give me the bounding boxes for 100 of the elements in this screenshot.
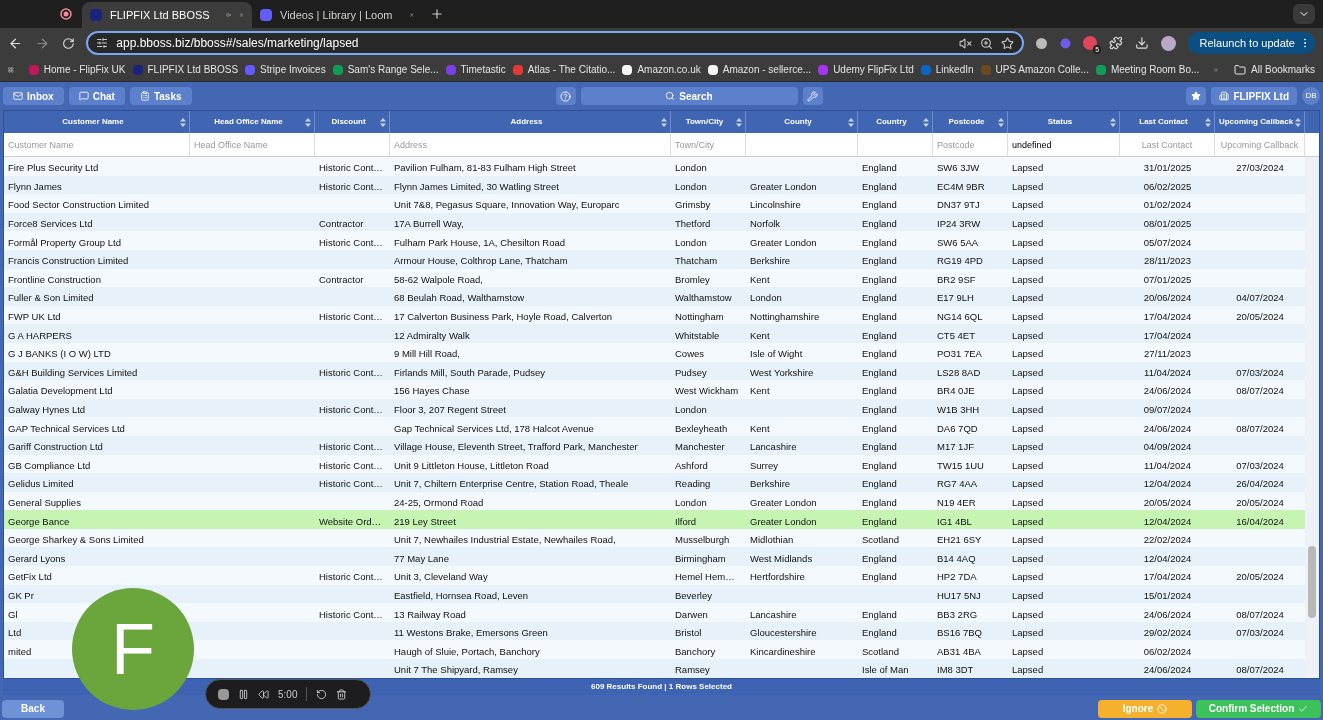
column-header[interactable]: Postcode bbox=[935, 116, 998, 128]
table-cell: Unit 9 Littleton House, Littleton Road bbox=[394, 459, 549, 471]
column-header[interactable]: Country bbox=[860, 116, 923, 128]
table-cell: 9 Mill Hill Road, bbox=[394, 348, 460, 360]
table-row[interactable]: GAP Technical Services Ltd Gap Technical Services Ltd, 178 Halcot Avenue Bexleyheath Kent England DA6 7QD Lapsed 24/06/2024 08/07/2024 bbox=[4, 417, 1305, 436]
table-cell: Kent bbox=[750, 329, 770, 341]
profile-icon[interactable] bbox=[1160, 35, 1176, 51]
pause-icon[interactable] bbox=[238, 688, 249, 700]
table-row[interactable]: Fire Plus Security Ltd Historic Cont… Pavilion Fulham, 81-83 Fulham High Street London England SW6 3JW Lapsed 31/01/2025 27/03/2024 bbox=[4, 157, 1305, 176]
table-cell: BB3 2RG bbox=[937, 608, 978, 620]
browser-tab[interactable]: Videos | Library | Loom bbox=[252, 2, 422, 28]
toolbar-button[interactable]: Chat bbox=[68, 87, 125, 105]
table-row[interactable]: Gl Historic Cont… 13 Railway Road Darwen Lancashire England BB3 2RG Lapsed 24/06/2024 08/07/2024 bbox=[4, 603, 1305, 622]
zoom-icon[interactable] bbox=[979, 36, 993, 50]
column-header[interactable]: Status bbox=[1010, 116, 1110, 128]
favourite-button[interactable] bbox=[1186, 87, 1207, 105]
record-icon[interactable] bbox=[60, 8, 72, 20]
column-header[interactable]: Last Contact bbox=[1122, 116, 1205, 128]
table-cell: General Supplies bbox=[8, 497, 81, 508]
column-header[interactable]: Address bbox=[392, 116, 661, 128]
bookmark[interactable]: FLIPFIX Ltd BBOSS bbox=[132, 62, 239, 77]
table-row[interactable]: GetFix Ltd Historic Cont… Unit 3, Cleveland Way Hemel Hem… Hertfordshire England HP2 7DA Lapsed 17/04/2024 20/05/2024 bbox=[4, 566, 1305, 585]
relaunch-button[interactable]: Relaunch to update bbox=[1187, 32, 1315, 54]
bookmark[interactable]: Amazon.co.uk bbox=[622, 62, 701, 77]
search-button[interactable]: Search bbox=[580, 87, 798, 105]
table-row[interactable]: G A HARPERS 12 Admiralty Walk Whitstable Kent England CT5 4ET Lapsed 17/04/2024 bbox=[4, 324, 1305, 343]
table-cell: Berkshire bbox=[750, 478, 791, 490]
address-field[interactable]: app.bboss.biz/bboss#/sales/marketing/lapsed bbox=[86, 31, 1024, 55]
table-cell: England bbox=[862, 385, 897, 397]
rewind-icon[interactable] bbox=[258, 688, 269, 700]
table-cell: B14 4AQ bbox=[937, 552, 976, 564]
toolbar-button[interactable]: Inbox bbox=[3, 87, 64, 105]
table-cell: Hertfordshire bbox=[750, 571, 805, 583]
table-cell: Kincardineshire bbox=[750, 645, 816, 657]
table-cell: George Sharkey & Sons Limited bbox=[8, 534, 144, 546]
bookmark[interactable]: Udemy FlipFix Ltd bbox=[818, 62, 914, 77]
table-cell: 08/01/2025 bbox=[1143, 218, 1192, 230]
bookmark[interactable]: Home - FlipFix UK bbox=[28, 62, 126, 77]
table-cell: Lapsed bbox=[1012, 664, 1044, 676]
table-row[interactable]: Fuller & Son Limited 68 Beulah Road, Walthamstow Walthamstow London England E17 9LH Lapsed 20/06/2024 04/07/2024 bbox=[4, 287, 1305, 306]
table-cell: London bbox=[675, 162, 707, 174]
table-cell: 24/06/2024 bbox=[1143, 422, 1192, 434]
bookmark[interactable]: UPS Amazon Colle... bbox=[980, 62, 1089, 77]
restart-icon[interactable] bbox=[316, 688, 328, 700]
table-row[interactable]: Formål Property Group Ltd Historic Cont… Fulham Park House, 1A, Chesilton Road London Greater London England SW6 5AA Lapsed 05/07/2024 bbox=[4, 231, 1305, 250]
table-cell: Historic Cont… bbox=[319, 478, 383, 490]
bookmark[interactable]: All Bookmarks bbox=[1234, 62, 1315, 77]
table-cell: Website Ord… bbox=[319, 515, 382, 527]
delete-icon[interactable] bbox=[336, 688, 348, 700]
column-header[interactable]: Town/City bbox=[673, 116, 736, 128]
tools-button[interactable] bbox=[802, 87, 823, 105]
bookmark[interactable]: Stripe Invoices bbox=[245, 62, 326, 77]
table-cell: G A HARPERS bbox=[8, 329, 72, 341]
favicon-icon bbox=[90, 9, 102, 21]
company-button[interactable]: FLIPFIX Ltd bbox=[1211, 87, 1297, 105]
table-cell: BS16 7BQ bbox=[937, 627, 982, 639]
table-cell: 27/03/2024 bbox=[1236, 162, 1284, 174]
new-tab-icon[interactable] bbox=[430, 7, 444, 21]
table-cell: Historic Cont… bbox=[319, 366, 383, 378]
table-row[interactable]: Gerard Lyons 77 May Lane Birmingham West Midlands England B14 4AQ Lapsed 12/04/2024 bbox=[4, 547, 1305, 567]
table-cell: Pavilion Fulham, 81-83 Fulham High Street bbox=[394, 162, 576, 174]
column-header[interactable]: Head Office Name bbox=[192, 116, 305, 128]
column-header[interactable]: Customer Name bbox=[6, 116, 180, 128]
tab-list-button[interactable] bbox=[1293, 4, 1315, 24]
recording-controls[interactable]: 5:00 bbox=[205, 679, 371, 709]
extension-icon[interactable] bbox=[1035, 37, 1047, 49]
toolbar-button[interactable]: Tasks bbox=[129, 87, 192, 105]
table-row[interactable]: George Bance Website Ord… 219 Ley Street Ilford Greater London England IG1 4BL Lapsed 12/04/2024 16/04/2024 bbox=[4, 510, 1305, 529]
bookmark-star-icon[interactable] bbox=[1000, 36, 1014, 50]
table-row[interactable]: Food Sector Construction Limited Unit 7&8, Pegasus Square, Innovation Way, Europarc Grimsby Lincolnshire England DN37 9TJ Lapsed 01/02/2024 bbox=[4, 194, 1305, 213]
stop-icon[interactable] bbox=[218, 688, 229, 700]
sort-icon bbox=[923, 117, 929, 127]
table-row[interactable]: Gelidus Limited Historic Cont… Unit 7, Chiltern Enterprise Centre, Station Road, Theale Reading Berkshire England RG7 4AA Lapsed 12/04/2024 26/04/2024 bbox=[4, 473, 1305, 492]
column-header[interactable]: County bbox=[748, 116, 848, 128]
site-settings-icon[interactable] bbox=[96, 37, 109, 49]
table-cell: Lapsed bbox=[1012, 236, 1044, 248]
bookmark[interactable]: Meeting Room Bo... bbox=[1095, 62, 1200, 77]
table-row[interactable]: Galatia Development Ltd 156 Hayes Chase West Wickham Kent England BR4 0JE Lapsed 24/06/2024 08/07/2024 bbox=[4, 380, 1305, 399]
table-cell: Greater London bbox=[750, 497, 817, 508]
help-button[interactable] bbox=[555, 87, 576, 105]
table-cell: 04/07/2024 bbox=[1236, 292, 1284, 304]
column-header[interactable]: Upcoming Callback bbox=[1217, 116, 1295, 128]
reload-icon[interactable] bbox=[61, 36, 75, 50]
bookmark[interactable]: Atlas - The Citatio... bbox=[512, 62, 616, 77]
table-cell: Lapsed bbox=[1012, 199, 1044, 211]
scrollbar-thumb[interactable] bbox=[1308, 545, 1316, 618]
bookmark[interactable]: LinkedIn bbox=[920, 62, 974, 77]
table-cell: England bbox=[862, 329, 897, 341]
download-icon[interactable] bbox=[1135, 36, 1149, 50]
extensions-icon[interactable] bbox=[1109, 36, 1123, 50]
table-cell: Lapsed bbox=[1012, 441, 1044, 453]
bookmark[interactable]: Amazon - sellerce... bbox=[707, 62, 812, 77]
mute-icon[interactable] bbox=[958, 36, 972, 50]
extension-icon[interactable] bbox=[1083, 36, 1098, 50]
bookmark[interactable]: Sam's Range Sele... bbox=[332, 62, 439, 77]
column-header[interactable]: Discount bbox=[317, 116, 380, 128]
table-cell: Contractor bbox=[319, 273, 364, 285]
bookmark[interactable]: Timetastic bbox=[445, 62, 506, 77]
table-cell: Whitstable bbox=[675, 329, 720, 341]
user-avatar[interactable]: DB bbox=[1302, 87, 1320, 105]
